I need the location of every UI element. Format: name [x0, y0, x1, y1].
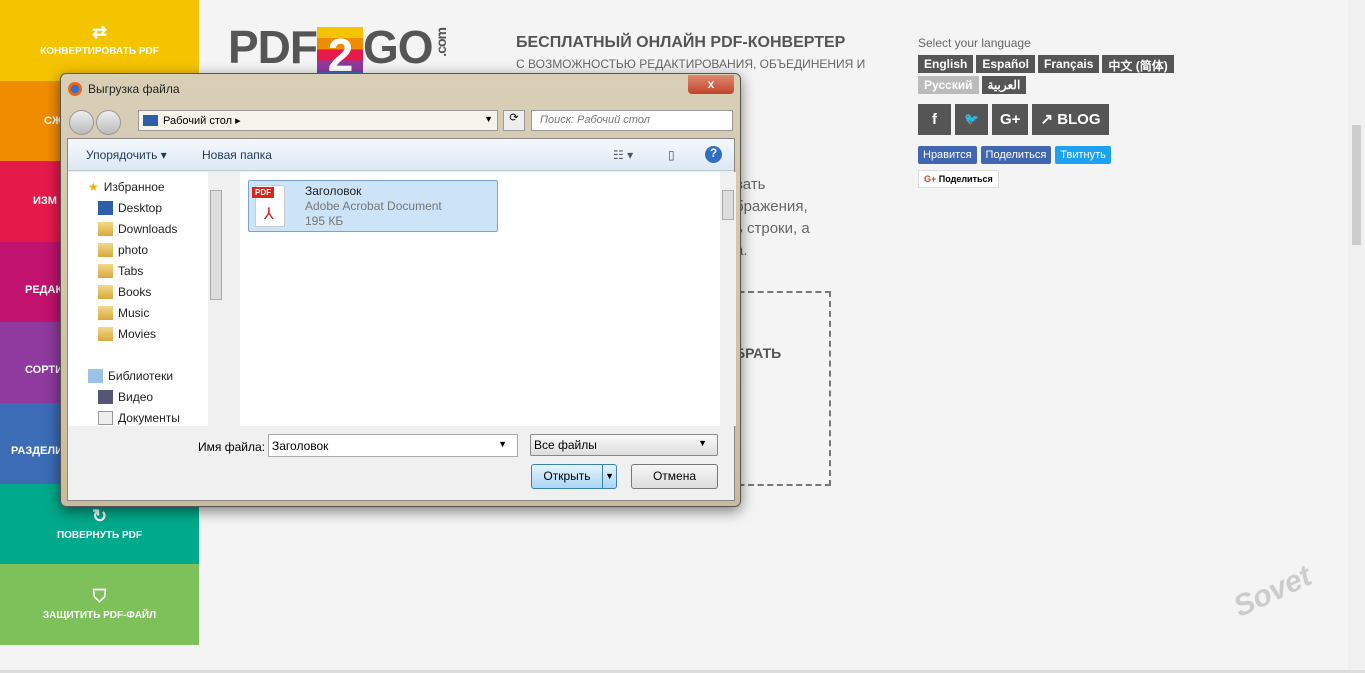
gplus-share-button[interactable]: G+ Поделиться: [918, 170, 999, 188]
scrollbar-thumb[interactable]: [1352, 125, 1361, 245]
star-icon: ★: [88, 180, 99, 194]
tree-music[interactable]: Music: [98, 306, 149, 320]
chevron-down-icon[interactable]: ▼: [498, 439, 507, 449]
navigation-tree: ★ Избранное Desktop Downloads photo Tabs …: [68, 172, 223, 426]
tree-downloads[interactable]: Downloads: [98, 222, 177, 236]
tree-movies[interactable]: Movies: [98, 327, 156, 341]
tree-books[interactable]: Books: [98, 285, 151, 299]
file-list-scrollbar[interactable]: [720, 172, 736, 426]
forward-button[interactable]: [96, 110, 121, 135]
folder-icon: [98, 285, 113, 299]
fb-like-button[interactable]: Нравится: [918, 146, 977, 164]
new-folder-button[interactable]: Новая папка: [202, 148, 272, 162]
organize-button[interactable]: Упорядочить ▾: [86, 148, 167, 162]
lang-espanol[interactable]: Español: [976, 55, 1036, 73]
tree-documents[interactable]: Документы: [98, 411, 180, 425]
language-label: Select your language: [918, 36, 1031, 50]
tree-libraries[interactable]: Библиотеки: [88, 369, 173, 383]
chevron-down-icon[interactable]: ▼: [484, 114, 493, 124]
tree-scrollbar[interactable]: [208, 172, 224, 426]
rotate-icon: ↻: [91, 505, 108, 526]
dialog-title: Выгрузка файла: [88, 82, 180, 96]
file-list: PDF ⅄ Заголовок Adobe Acrobat Document 195 …: [240, 172, 724, 426]
library-icon: [88, 369, 103, 383]
tree-desktop[interactable]: Desktop: [98, 201, 162, 215]
open-button[interactable]: Открыть ▼: [531, 464, 617, 489]
facebook-icon[interactable]: f: [918, 104, 951, 135]
external-link-icon: ↗: [1040, 111, 1058, 128]
video-icon: [98, 390, 113, 404]
page-subtitle: С ВОЗМОЖНОСТЬЮ РЕДАКТИРОВАНИЯ, ОБЪЕДИНЕН…: [516, 57, 866, 71]
lang-francais[interactable]: Français: [1038, 55, 1100, 73]
choose-file-text[interactable]: БРАТЬ: [735, 345, 781, 361]
file-upload-dialog: Выгрузка файла x Рабочий стол ▸ ▼ ⟳ Поиск…: [60, 73, 741, 507]
back-button[interactable]: [69, 110, 94, 135]
tweet-button[interactable]: Твитнуть: [1055, 146, 1111, 164]
address-bar[interactable]: Рабочий стол ▸ ▼: [138, 110, 498, 131]
google-plus-icon[interactable]: G+: [992, 104, 1029, 135]
google-plus-icon: G+: [924, 174, 939, 184]
pdf-file-icon: PDF ⅄: [252, 185, 285, 227]
page-scrollbar[interactable]: [1348, 0, 1365, 673]
view-options-icon[interactable]: ☷ ▾: [613, 148, 633, 162]
search-input[interactable]: Поиск: Рабочий стол: [531, 110, 733, 131]
page-title: БЕСПЛАТНЫЙ ОНЛАЙН PDF-КОНВЕРТЕР: [516, 34, 846, 51]
file-item[interactable]: PDF ⅄ Заголовок Adobe Acrobat Document 195 …: [248, 180, 498, 232]
help-icon[interactable]: ?: [705, 146, 722, 163]
language-list: English Español Français 中文 (简体) Русский…: [918, 55, 1198, 94]
tree-favorites[interactable]: ★ Избранное: [88, 180, 165, 194]
sidebar-item-protect[interactable]: ⛉ ЗАЩИТИТЬ PDF-ФАЙЛ: [0, 564, 199, 645]
lang-english[interactable]: English: [918, 55, 974, 73]
preview-pane-icon[interactable]: ▯: [668, 148, 675, 162]
filetype-select[interactable]: Все файлы ▼: [530, 434, 718, 456]
shield-icon: ⛉: [92, 586, 107, 607]
blog-button[interactable]: ↗ BLOG: [1032, 104, 1109, 135]
chevron-down-icon: ▼: [698, 438, 707, 448]
social-links: f 🐦 G+ ↗ BLOG: [918, 104, 1109, 135]
folder-icon: [98, 327, 113, 341]
firefox-icon: [68, 82, 82, 96]
arrows-swap-icon: ⇄: [91, 22, 108, 42]
folder-icon: [98, 264, 113, 278]
chevron-down-icon[interactable]: ▼: [602, 465, 614, 488]
desktop-icon: [143, 115, 158, 126]
tree-photo[interactable]: photo: [98, 243, 148, 257]
tree-tabs[interactable]: Tabs: [98, 264, 143, 278]
folder-icon: [98, 222, 113, 236]
twitter-icon[interactable]: 🐦: [955, 104, 988, 135]
lang-arabic[interactable]: العربية: [981, 76, 1027, 94]
desktop-icon: [98, 201, 113, 215]
description: вать бражения, ь строки, а а.: [735, 176, 810, 259]
share-buttons: Нравится Поделиться Твитнуть: [918, 146, 1111, 164]
cancel-button[interactable]: Отмена: [631, 464, 718, 489]
filename-input[interactable]: Заголовок ▼: [268, 434, 518, 457]
tree-video[interactable]: Видео: [98, 390, 153, 404]
document-icon: [98, 411, 113, 425]
refresh-button[interactable]: ⟳: [503, 110, 525, 131]
filename-label: Имя файла:: [198, 440, 265, 454]
folder-icon: [98, 243, 113, 257]
lang-russian[interactable]: Русский: [918, 76, 979, 94]
fb-share-button[interactable]: Поделиться: [980, 146, 1052, 164]
close-button[interactable]: x: [688, 75, 734, 94]
watermark-logo: Sovet: [1228, 559, 1317, 624]
folder-icon: [98, 306, 113, 320]
lang-chinese[interactable]: 中文 (简体): [1102, 55, 1174, 73]
sidebar-item-convert[interactable]: ⇄ КОНВЕРТИРОВАТЬ PDF: [0, 0, 199, 81]
